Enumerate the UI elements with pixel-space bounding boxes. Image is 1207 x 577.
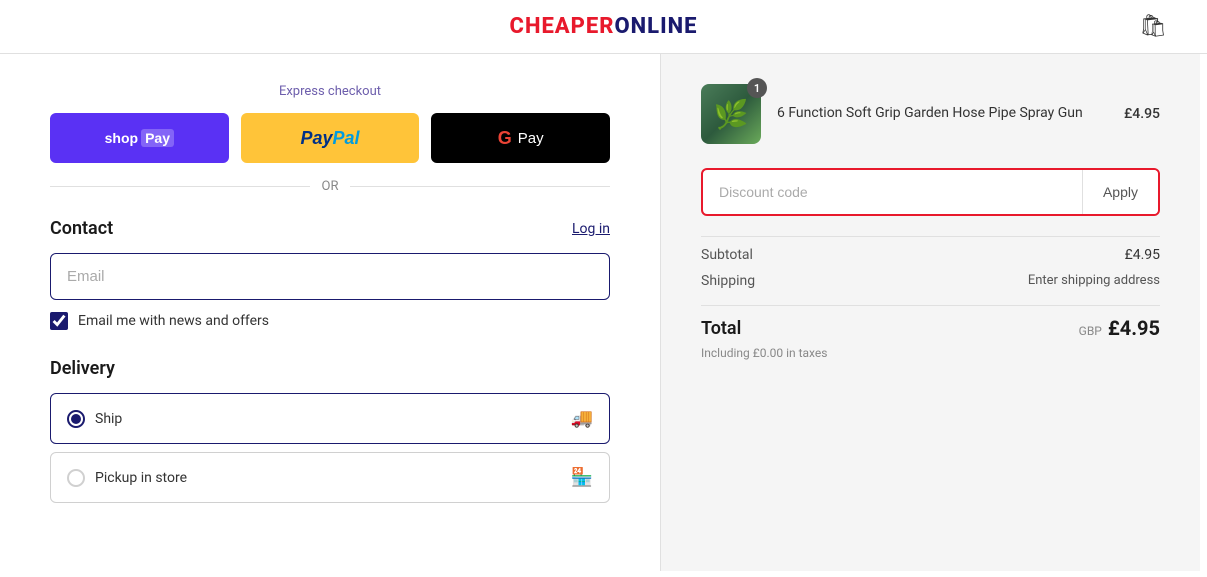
- logo-online: ONLINE: [615, 14, 698, 39]
- shipping-label: Shipping: [701, 273, 755, 289]
- or-text: OR: [322, 179, 339, 194]
- tax-note: Including £0.00 in taxes: [701, 346, 1160, 360]
- newsletter-checkbox[interactable]: [50, 312, 68, 330]
- logo-cheaper: CHEAPER: [510, 14, 615, 39]
- total-amount: £4.95: [1108, 316, 1160, 340]
- contact-title: Contact: [50, 218, 113, 239]
- product-price: £4.95: [1124, 106, 1160, 122]
- gpay-word: Pay: [518, 130, 544, 147]
- gpay-button[interactable]: G Pay: [431, 113, 610, 163]
- ship-option-left: Ship: [67, 410, 122, 428]
- left-panel: Express checkout shop Pay PayPal G Pay OR: [0, 54, 660, 571]
- paypal-button[interactable]: PayPal: [241, 113, 420, 163]
- pickup-icon: 🏪: [571, 467, 593, 488]
- total-label: Total: [701, 318, 741, 339]
- shop-pay-pay-text: Pay: [141, 129, 174, 147]
- subtotal-row: Subtotal £4.95: [701, 247, 1160, 263]
- login-link[interactable]: Log in: [572, 221, 610, 237]
- header: CHEAPERONLINE 🛍: [0, 0, 1207, 54]
- subtotal-label: Subtotal: [701, 247, 753, 263]
- payment-buttons: shop Pay PayPal G Pay: [50, 113, 610, 163]
- product-quantity-badge: 1: [747, 78, 767, 98]
- discount-box: Apply: [701, 168, 1160, 216]
- gpay-logo: G Pay: [498, 128, 544, 149]
- ship-icon: 🚚: [571, 408, 593, 429]
- newsletter-row: Email me with news and offers: [50, 312, 610, 330]
- ship-radio-dot: [71, 414, 81, 424]
- ship-label: Ship: [95, 411, 122, 427]
- pickup-label: Pickup in store: [95, 470, 187, 486]
- express-checkout-label: Express checkout: [50, 84, 610, 99]
- product-name: 6 Function Soft Grip Garden Hose Pipe Sp…: [777, 104, 1108, 124]
- cart-icon[interactable]: 🛍: [1139, 14, 1167, 39]
- divider-1: [701, 236, 1160, 237]
- subtotal-value: £4.95: [1125, 247, 1160, 263]
- total-currency: GBP: [1079, 324, 1102, 338]
- pickup-radio-circle: [67, 469, 85, 487]
- newsletter-label: Email me with news and offers: [78, 313, 269, 329]
- divider-2: [701, 305, 1160, 306]
- main-layout: Express checkout shop Pay PayPal G Pay OR: [0, 54, 1207, 571]
- discount-code-input[interactable]: [703, 170, 1082, 214]
- shipping-value: Enter shipping address: [1028, 273, 1160, 289]
- or-divider: OR: [50, 179, 610, 194]
- shipping-row: Shipping Enter shipping address: [701, 273, 1160, 289]
- pickup-option[interactable]: Pickup in store 🏪: [50, 452, 610, 503]
- product-image-wrap: 🌿 1: [701, 84, 761, 144]
- total-right: GBP £4.95: [1079, 316, 1160, 340]
- logo: CHEAPERONLINE: [510, 14, 698, 39]
- email-field[interactable]: [50, 253, 610, 300]
- product-row: 🌿 1 6 Function Soft Grip Garden Hose Pip…: [701, 84, 1160, 144]
- ship-radio-circle: [67, 410, 85, 428]
- paypal-logo-text: PayPal: [300, 128, 359, 149]
- apply-button[interactable]: Apply: [1082, 170, 1158, 214]
- g-letter-red: G: [498, 128, 512, 149]
- ship-option[interactable]: Ship 🚚: [50, 393, 610, 444]
- pickup-option-left: Pickup in store: [67, 469, 187, 487]
- total-row: Total GBP £4.95: [701, 316, 1160, 340]
- shop-pay-shop-text: shop: [105, 130, 138, 146]
- delivery-title: Delivery: [50, 358, 610, 379]
- right-panel: 🌿 1 6 Function Soft Grip Garden Hose Pip…: [660, 54, 1200, 571]
- contact-section-header: Contact Log in: [50, 218, 610, 239]
- shop-pay-button[interactable]: shop Pay: [50, 113, 229, 163]
